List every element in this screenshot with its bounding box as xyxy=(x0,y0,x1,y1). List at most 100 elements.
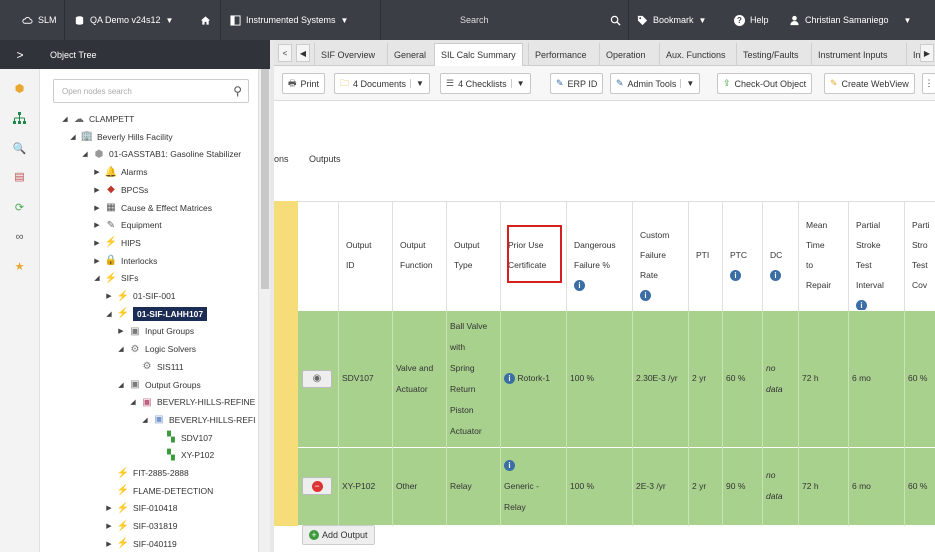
tab-first-button[interactable]: ◀ xyxy=(296,44,310,62)
box-icon[interactable]: ⬢ xyxy=(12,81,27,96)
add-output-button[interactable]: + Add Output xyxy=(302,525,375,545)
tree-node[interactable]: ◢ ⬢ 01-GASSTAB1: Gasoline Stabilizer xyxy=(81,146,241,162)
collapse-icon[interactable]: ◢ xyxy=(81,150,89,158)
info-icon[interactable]: i xyxy=(574,275,616,295)
tab-operation[interactable]: Operation xyxy=(599,43,652,66)
collapse-icon[interactable]: ◢ xyxy=(117,345,125,353)
table-row[interactable] xyxy=(298,447,935,525)
expand-icon[interactable]: ▶ xyxy=(105,292,113,300)
tree-search-input[interactable]: Open nodes search xyxy=(62,87,132,96)
tree-node[interactable]: ▚ SDV107 xyxy=(153,430,213,446)
app-switcher[interactable]: SLM xyxy=(22,0,57,40)
object-type-selector[interactable]: Instrumented Systems ▼ xyxy=(230,0,348,40)
tab-sil-calc-summary[interactable]: SIL Calc Summary xyxy=(434,43,523,66)
tree-node[interactable]: ▶ ⚡ HIPS xyxy=(93,235,141,251)
tree-node[interactable]: ◢ ☁ CLAMPETT xyxy=(61,111,134,127)
info-icon[interactable]: i xyxy=(730,265,747,285)
database-selector[interactable]: QA Demo v24s12 ▼ xyxy=(74,0,173,40)
check-out-button[interactable]: ⇪ Check-Out Object xyxy=(717,73,813,94)
info-icon[interactable]: i xyxy=(504,455,539,476)
expand-icon[interactable]: ▶ xyxy=(93,204,101,212)
tab-scroll-right-button[interactable]: ▶ xyxy=(920,44,934,62)
tree-scrollbar[interactable] xyxy=(258,69,270,552)
tab-testing-faults[interactable]: Testing/Faults xyxy=(736,43,805,66)
chevron-down-icon[interactable]: ▼ xyxy=(680,79,694,88)
erp-id-button[interactable]: ✎ ERP ID xyxy=(550,73,604,94)
tree-node[interactable]: ⚡ FIT-2885-2888 xyxy=(105,465,189,481)
tree-node[interactable]: ▶ ⚡ SIF-010418 xyxy=(105,500,177,516)
tree-node[interactable]: ⚙ SIS111 xyxy=(129,359,184,375)
expand-icon[interactable]: ▶ xyxy=(105,540,113,548)
tree-node[interactable]: ▶ ⚡ SIF-031819 xyxy=(105,518,177,534)
tree-node[interactable]: ▶ 🔔 Alarms xyxy=(93,164,147,180)
tab-sif-overview[interactable]: SIF Overview xyxy=(314,43,381,66)
print-button[interactable]: 🖶 Print xyxy=(282,73,326,94)
tree-node[interactable]: ◢ ⚙ Logic Solvers xyxy=(117,341,196,357)
tree-node[interactable]: ▶ ✎ Equipment xyxy=(93,217,161,233)
tree-node[interactable]: ◢ ⚡ 01-SIF-LAHH107 xyxy=(105,306,208,322)
tree-node[interactable]: ◢ ▣ Output Groups xyxy=(117,377,200,393)
expand-icon[interactable]: ▶ xyxy=(117,327,125,335)
row-remove-button[interactable]: − xyxy=(302,477,332,495)
search-icon[interactable]: 🔍 xyxy=(12,141,27,156)
tab-general[interactable]: General xyxy=(387,43,432,66)
info-icon[interactable]: i xyxy=(770,265,782,285)
collapse-icon[interactable]: ◢ xyxy=(105,310,113,318)
tree-search-box[interactable]: Open nodes search ⚲ xyxy=(53,79,249,103)
search-icon[interactable]: ⚲ xyxy=(233,84,242,98)
scrollbar-thumb[interactable] xyxy=(261,69,269,289)
documents-button[interactable]: 🗀 4 Documents ▼ xyxy=(334,73,430,94)
collapse-icon[interactable]: ◢ xyxy=(141,416,149,424)
row-view-button[interactable]: ◉ xyxy=(302,369,332,388)
tree-node[interactable]: ◢ ▣ BEVERLY-HILLS-REFI xyxy=(141,412,255,428)
hierarchy-icon[interactable] xyxy=(12,111,27,126)
chevron-down-icon[interactable]: ▼ xyxy=(510,79,525,88)
info-icon[interactable]: i xyxy=(640,285,669,305)
admin-tools-button[interactable]: ✎ Admin Tools ▼ xyxy=(610,73,701,94)
tree-node[interactable]: ⚡ FLAME-DETECTION xyxy=(105,483,214,499)
table-row[interactable] xyxy=(298,310,935,447)
collapse-icon[interactable]: ◢ xyxy=(69,133,77,141)
search-input[interactable]: Search xyxy=(460,15,489,25)
collapse-panel-icon[interactable]: > xyxy=(0,48,40,62)
expand-icon[interactable]: ▶ xyxy=(93,239,101,247)
tree-node[interactable]: ▶ ▣ Input Groups xyxy=(117,323,194,339)
info-icon[interactable]: i xyxy=(504,373,517,384)
tree-node[interactable]: ▶ ⚡ SIF-040119 xyxy=(105,536,177,552)
user-menu[interactable]: Christian Samaniego ▼ xyxy=(789,0,911,40)
expand-icon[interactable]: ▶ xyxy=(93,168,101,176)
collapse-icon[interactable]: ◢ xyxy=(61,115,69,123)
expand-icon[interactable]: ▶ xyxy=(93,221,101,229)
refresh-icon[interactable]: ⟳ xyxy=(12,200,27,215)
bookmark-menu[interactable]: Bookmark ▼ xyxy=(637,0,706,40)
tree-node[interactable]: ◢ ▣ BEVERLY-HILLS-REFINE xyxy=(129,394,255,410)
collapse-icon[interactable]: ◢ xyxy=(129,398,137,406)
tab-aux-functions[interactable]: Aux. Functions xyxy=(659,43,732,66)
star-icon[interactable]: ★ xyxy=(12,259,27,274)
tree-node[interactable]: ▶ ◆ BPCSs xyxy=(93,182,148,198)
collapse-icon[interactable]: ◢ xyxy=(117,381,125,389)
link-icon[interactable]: ∞ xyxy=(12,229,27,244)
checklists-button[interactable]: ☰ 4 Checklists ▼ xyxy=(440,73,531,94)
expand-icon[interactable]: ▶ xyxy=(105,522,113,530)
help-button[interactable]: ? Help xyxy=(734,0,769,40)
expand-icon[interactable]: ▶ xyxy=(105,504,113,512)
collapse-icon[interactable]: ◢ xyxy=(93,274,101,282)
chevron-down-icon[interactable]: ▼ xyxy=(410,79,424,88)
tree-node[interactable]: ◢ ⚡ SIFs xyxy=(93,270,138,286)
expand-icon[interactable]: ▶ xyxy=(93,186,101,194)
tree-node[interactable]: ▶ ⚡ 01-SIF-001 xyxy=(105,288,175,304)
tab-instrument-inputs[interactable]: Instrument Inputs xyxy=(811,43,894,66)
search-icon[interactable] xyxy=(610,15,621,26)
tree-node[interactable]: ▶ 🔒 Interlocks xyxy=(93,253,157,269)
expand-icon[interactable]: ▶ xyxy=(93,257,101,265)
tree-node[interactable]: ▚ XY-P102 xyxy=(153,447,214,463)
tab-scroll-left-button[interactable]: < xyxy=(278,44,292,62)
global-search[interactable]: Search xyxy=(390,0,630,40)
report-icon[interactable]: ▤ xyxy=(12,169,27,184)
tab-performance[interactable]: Performance xyxy=(528,43,593,66)
home-button[interactable] xyxy=(200,0,211,40)
create-webview-button[interactable]: ✎ Create WebView xyxy=(824,73,915,94)
tree-node[interactable]: ◢ 🏢 Beverly Hills Facility xyxy=(69,129,172,145)
more-options-button[interactable]: ⋮ xyxy=(922,73,935,94)
